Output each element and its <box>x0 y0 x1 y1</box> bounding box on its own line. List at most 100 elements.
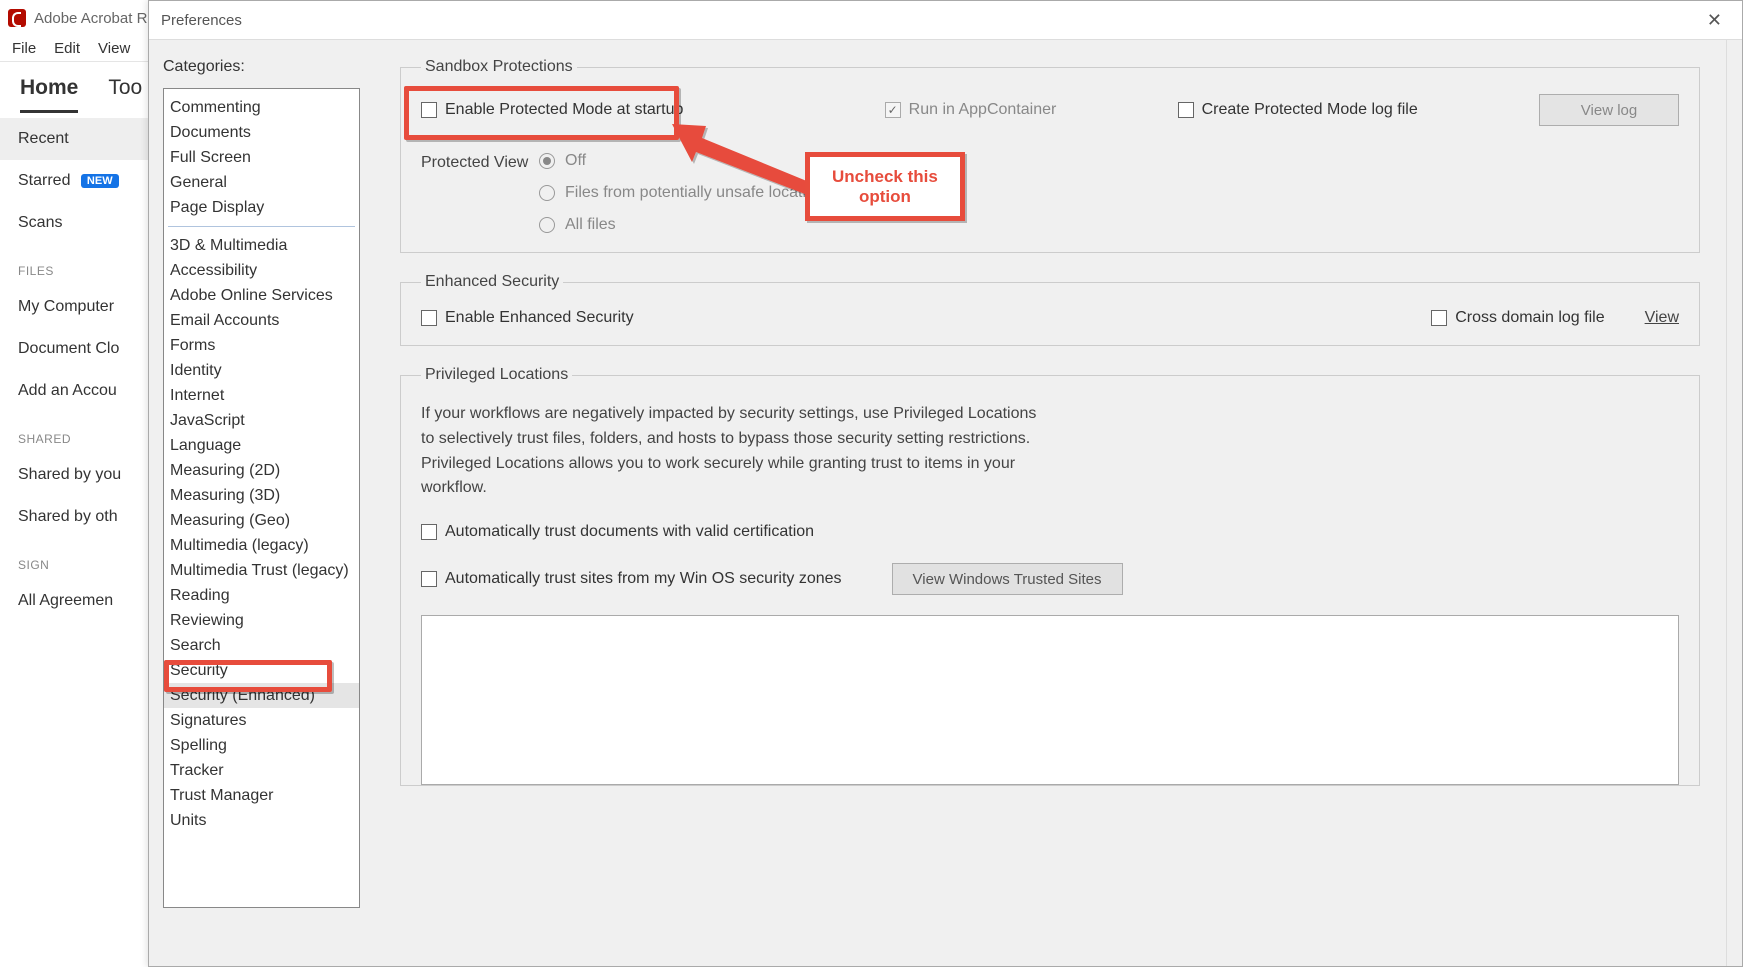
category-divider <box>168 226 355 227</box>
new-badge: NEW <box>81 174 119 188</box>
auto-trust-win-checkbox[interactable]: Automatically trust sites from my Win OS… <box>421 570 842 588</box>
app-title: Adobe Acrobat R <box>34 10 147 27</box>
sidebar-item-sharedbyothers[interactable]: Shared by oth <box>0 496 150 538</box>
checkbox-icon <box>421 102 437 118</box>
sidebar-header-shared: SHARED <box>0 412 150 454</box>
checkbox-label: Automatically trust documents with valid… <box>445 523 814 541</box>
tab-home[interactable]: Home <box>20 76 78 113</box>
category-item[interactable]: Reviewing <box>164 608 359 633</box>
close-icon[interactable]: ✕ <box>1699 10 1730 31</box>
sidebar-header-sign: SIGN <box>0 538 150 580</box>
category-item[interactable]: Signatures <box>164 708 359 733</box>
enhanced-security-section: Enhanced Security Enable Enhanced Securi… <box>400 273 1700 346</box>
protected-view-label: Protected View <box>421 152 539 172</box>
category-item[interactable]: Measuring (3D) <box>164 483 359 508</box>
sandbox-legend: Sandbox Protections <box>421 58 577 76</box>
checkbox-icon <box>421 310 437 326</box>
checkbox-label: Enable Enhanced Security <box>445 309 634 327</box>
category-item[interactable]: Security <box>164 658 359 683</box>
category-item[interactable]: Spelling <box>164 733 359 758</box>
categories-panel: Categories: CommentingDocumentsFull Scre… <box>149 40 374 966</box>
enable-enhanced-security-checkbox[interactable]: Enable Enhanced Security <box>421 309 634 327</box>
category-item[interactable]: Language <box>164 433 359 458</box>
radio-label: All files <box>565 216 616 234</box>
category-item[interactable]: Commenting <box>164 95 359 120</box>
side-panel: Recent Starred NEW Scans FILES My Comput… <box>0 110 150 630</box>
categories-label: Categories: <box>163 58 360 76</box>
auto-trust-cert-checkbox[interactable]: Automatically trust documents with valid… <box>421 523 814 541</box>
settings-panel: Sandbox Protections Enable Protected Mod… <box>374 40 1726 966</box>
category-item[interactable]: JavaScript <box>164 408 359 433</box>
category-item[interactable]: Trust Manager <box>164 783 359 808</box>
preferences-dialog: Preferences ✕ Categories: CommentingDocu… <box>148 0 1743 967</box>
category-item[interactable]: Full Screen <box>164 145 359 170</box>
dialog-scrollbar[interactable] <box>1726 40 1742 966</box>
sidebar-item-doccloud[interactable]: Document Clo <box>0 328 150 370</box>
adobe-logo-icon <box>8 9 26 27</box>
view-link[interactable]: View <box>1645 309 1679 327</box>
category-item[interactable]: Internet <box>164 383 359 408</box>
sidebar-item-addaccount[interactable]: Add an Accou <box>0 370 150 412</box>
category-item[interactable]: Units <box>164 808 359 833</box>
protected-view-all-radio: All files <box>539 216 824 234</box>
privileged-legend: Privileged Locations <box>421 366 572 384</box>
sidebar-item-sharedbyyou[interactable]: Shared by you <box>0 454 150 496</box>
categories-list[interactable]: CommentingDocumentsFull ScreenGeneralPag… <box>163 88 360 908</box>
checkbox-label: Create Protected Mode log file <box>1202 101 1418 119</box>
run-appcontainer-checkbox: Run in AppContainer <box>885 101 1057 119</box>
sidebar-item-recent[interactable]: Recent <box>0 118 150 160</box>
view-log-button: View log <box>1539 94 1679 126</box>
category-item[interactable]: Forms <box>164 333 359 358</box>
sidebar-label: Starred <box>18 172 70 189</box>
category-item[interactable]: Multimedia Trust (legacy) <box>164 558 359 583</box>
radio-icon <box>539 185 555 201</box>
category-item[interactable]: Documents <box>164 120 359 145</box>
menu-view[interactable]: View <box>98 40 130 57</box>
checkbox-label: Automatically trust sites from my Win OS… <box>445 570 842 588</box>
category-item[interactable]: Security (Enhanced) <box>164 683 359 708</box>
menu-edit[interactable]: Edit <box>54 40 80 57</box>
radio-label: Off <box>565 152 586 170</box>
dialog-title: Preferences <box>161 12 242 29</box>
privileged-locations-list[interactable] <box>421 615 1679 785</box>
category-item[interactable]: Search <box>164 633 359 658</box>
sidebar-item-scans[interactable]: Scans <box>0 202 150 244</box>
category-item[interactable]: Accessibility <box>164 258 359 283</box>
enhanced-legend: Enhanced Security <box>421 273 563 291</box>
category-item[interactable]: Tracker <box>164 758 359 783</box>
radio-label: Files from potentially unsafe location <box>565 184 824 202</box>
checkbox-icon <box>885 102 901 118</box>
checkbox-label: Enable Protected Mode at startup <box>445 101 683 119</box>
checkbox-label: Cross domain log file <box>1455 309 1604 327</box>
category-item[interactable]: Identity <box>164 358 359 383</box>
radio-icon <box>539 217 555 233</box>
sandbox-section: Sandbox Protections Enable Protected Mod… <box>400 58 1700 253</box>
protected-view-unsafe-radio: Files from potentially unsafe location <box>539 184 824 202</box>
tab-tools[interactable]: Too <box>108 76 142 110</box>
checkbox-icon <box>1431 310 1447 326</box>
checkbox-icon <box>421 571 437 587</box>
cross-domain-log-checkbox[interactable]: Cross domain log file <box>1431 309 1604 327</box>
sidebar-item-agreements[interactable]: All Agreemen <box>0 580 150 622</box>
dialog-titlebar[interactable]: Preferences ✕ <box>149 1 1742 39</box>
sidebar-header-files: FILES <box>0 244 150 286</box>
radio-icon <box>539 153 555 169</box>
category-item[interactable]: General <box>164 170 359 195</box>
category-item[interactable]: Adobe Online Services <box>164 283 359 308</box>
enable-protected-mode-checkbox[interactable]: Enable Protected Mode at startup <box>421 101 683 119</box>
menu-file[interactable]: File <box>12 40 36 57</box>
category-item[interactable]: Measuring (Geo) <box>164 508 359 533</box>
category-item[interactable]: Reading <box>164 583 359 608</box>
sidebar-item-starred[interactable]: Starred NEW <box>0 160 150 202</box>
privileged-locations-section: Privileged Locations If your workflows a… <box>400 366 1700 786</box>
create-log-checkbox[interactable]: Create Protected Mode log file <box>1178 101 1418 119</box>
protected-view-off-radio: Off <box>539 152 824 170</box>
category-item[interactable]: Email Accounts <box>164 308 359 333</box>
sidebar-item-mycomputer[interactable]: My Computer <box>0 286 150 328</box>
category-item[interactable]: Measuring (2D) <box>164 458 359 483</box>
checkbox-label: Run in AppContainer <box>909 101 1057 119</box>
view-windows-trusted-sites-button[interactable]: View Windows Trusted Sites <box>892 563 1123 595</box>
category-item[interactable]: Page Display <box>164 195 359 220</box>
category-item[interactable]: Multimedia (legacy) <box>164 533 359 558</box>
category-item[interactable]: 3D & Multimedia <box>164 233 359 258</box>
